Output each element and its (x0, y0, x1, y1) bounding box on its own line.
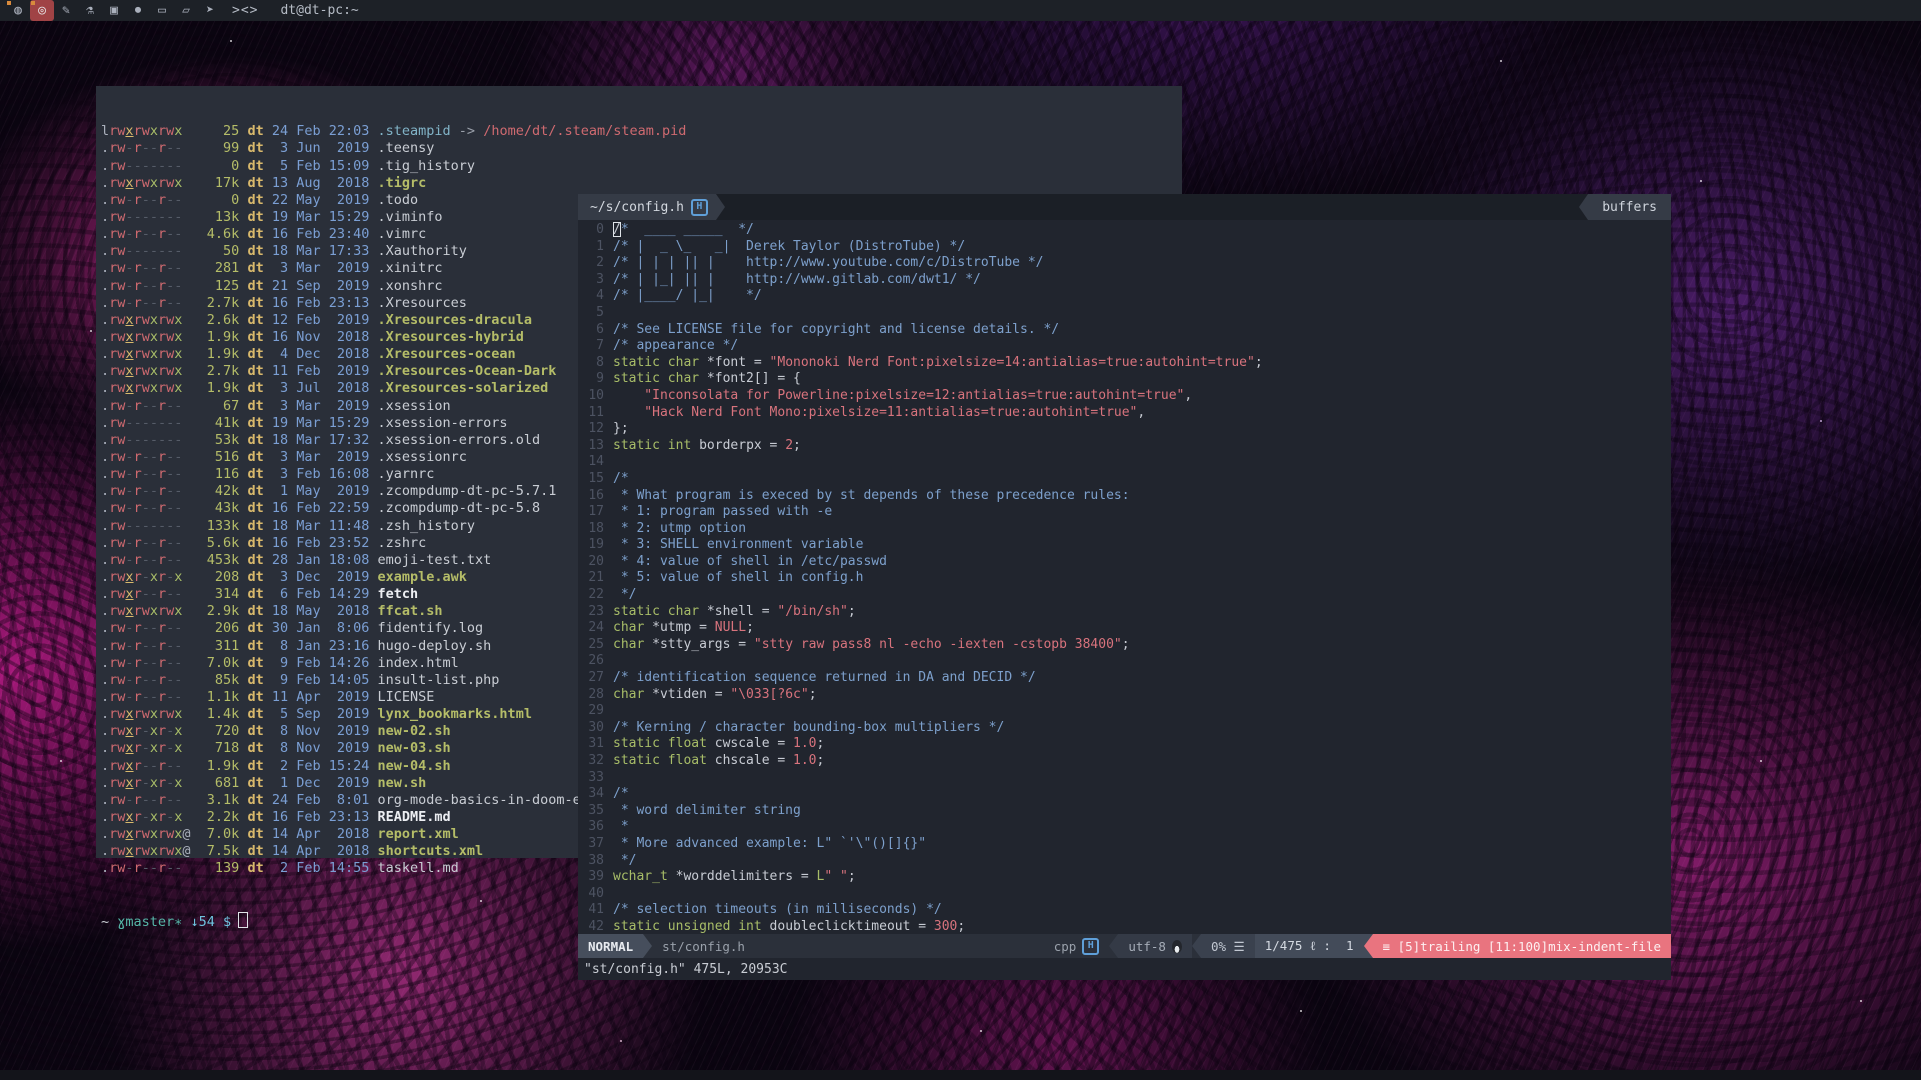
file-manager-icon[interactable]: ▱ (174, 0, 198, 21)
file-row: .rw------- 0 dt 5 Feb 15:09 .tig_history (101, 158, 1182, 175)
code-line: 28char *vtiden = "\033[?6c"; (578, 687, 1671, 704)
image-viewer-icon[interactable]: ▣ (102, 0, 126, 21)
code-line: 21 * 5: value of shell in config.h (578, 570, 1671, 587)
telegram-icon[interactable]: ➤ (198, 0, 222, 21)
buffers-label: buffers (1602, 200, 1657, 215)
file-row: lrwxrwxrwx 25 dt 24 Feb 22:03 .steampid … (101, 123, 1182, 140)
whitespace-warning-badge: ≡ [5]trailing [11:100]mix-indent-file (1373, 934, 1671, 958)
command-message-line: "st/config.h" 475L, 20953C (578, 958, 1671, 980)
workspace-badge (7, 1, 11, 5)
code-line: 1/* | _ \_ _| Derek Taylor (DistroTube) … (578, 239, 1671, 256)
code-area[interactable]: 0/* ____ _____ */1/* | _ \_ _| Derek Tay… (578, 220, 1671, 934)
camera-icon[interactable]: ⏺ (126, 0, 150, 21)
code-line: 8static char *font = "Mononoki Nerd Font… (578, 355, 1671, 372)
code-line: 7/* appearance */ (578, 338, 1671, 355)
target-icon[interactable]: ◎ (30, 0, 54, 21)
code-line: 14 (578, 454, 1671, 471)
display-icon[interactable]: ▭ (150, 0, 174, 21)
code-line: 36 * (578, 819, 1671, 836)
code-line: 10 "Inconsolata for Powerline:pixelsize=… (578, 388, 1671, 405)
top-bar: ◍◎✎⚗▣⏺▭▱➤ ><> dt@dt-pc:~ (0, 0, 1921, 21)
code-line: 22 */ (578, 587, 1671, 604)
workspace-badge (31, 1, 35, 5)
buffers-separator-icon (1579, 194, 1588, 220)
code-line: 12}; (578, 421, 1671, 438)
code-line: 0/* ____ _____ */ (578, 222, 1671, 239)
filetype-segment: cppH (1044, 934, 1110, 958)
powerline-arrow-icon (1109, 934, 1118, 958)
code-line: 11 "Hack Nerd Font Mono:pixelsize=11:ant… (578, 405, 1671, 422)
code-line: 33 (578, 770, 1671, 787)
powerline-arrow-icon (1364, 934, 1373, 958)
code-line: 27/* identification sequence returned in… (578, 670, 1671, 687)
mode-indicator: NORMAL (578, 934, 643, 958)
code-line: 13static int borderpx = 2; (578, 438, 1671, 455)
fish-shell-icon: ><> (232, 3, 258, 18)
prompt-path: ~ (101, 914, 109, 930)
code-line: 38 */ (578, 853, 1671, 870)
filetype-icon: H (1082, 938, 1099, 955)
tab-label: ~/s/config.h (590, 200, 684, 215)
code-line: 29 (578, 703, 1671, 720)
code-line: 6/* See LICENSE file for copyright and l… (578, 322, 1671, 339)
window-title: dt@dt-pc:~ (280, 3, 358, 18)
browser-icon[interactable]: ◍ (6, 0, 30, 21)
code-line: 5 (578, 305, 1671, 322)
git-branch-label: ɣmaster∗ (117, 914, 182, 930)
topbar-icons: ◍◎✎⚗▣⏺▭▱➤ (6, 0, 222, 21)
file-row: .rwxrwxrwx 17k dt 13 Aug 2018 .tigrc (101, 175, 1182, 192)
powerline-arrow-icon (1192, 934, 1201, 958)
code-line: 26 (578, 653, 1671, 670)
code-line: 39wchar_t *worddelimiters = L" "; (578, 869, 1671, 886)
tab-separator-icon (716, 194, 725, 220)
flask-icon[interactable]: ⚗ (78, 0, 102, 21)
code-line: 17 * 1: program passed with -e (578, 504, 1671, 521)
code-line: 41/* selection timeouts (in milliseconds… (578, 902, 1671, 919)
bottom-strip (0, 1070, 1921, 1080)
code-line: 25char *stty_args = "stty raw pass8 nl -… (578, 637, 1671, 654)
code-line: 3/* | |_| || | http://www.gitlab.com/dwt… (578, 272, 1671, 289)
linux-icon (1172, 940, 1182, 953)
code-line: 4/* |____/ |_| */ (578, 288, 1671, 305)
code-line: 35 * word delimiter string (578, 803, 1671, 820)
code-line: 9static char *font2[] = { (578, 371, 1671, 388)
cursor-position: 1/475 ℓ : 1 (1255, 934, 1364, 958)
file-row: .rw-r--r-- 99 dt 3 Jun 2019 .teensy (101, 140, 1182, 157)
header-file-icon: H (691, 199, 708, 216)
color-picker-icon[interactable]: ✎ (54, 0, 78, 21)
code-line: 2/* | | | || | http://www.youtube.com/c/… (578, 255, 1671, 272)
terminal-cursor (238, 912, 248, 928)
code-line: 30/* Kerning / character bounding-box mu… (578, 720, 1671, 737)
statusline: NORMAL st/config.h cppH utf-8 0% ☰ 1/475… (578, 934, 1671, 958)
code-line: 31static float cwscale = 1.0; (578, 736, 1671, 753)
editor-window[interactable]: ~/s/config.h H buffers 0/* ____ _____ */… (578, 194, 1671, 980)
code-line: 23static char *shell = "/bin/sh"; (578, 604, 1671, 621)
code-line: 34/* (578, 786, 1671, 803)
statusline-filename: st/config.h (652, 934, 755, 958)
code-line: 19 * 3: SHELL environment variable (578, 537, 1671, 554)
commits-behind-label: ↓54 (190, 914, 214, 930)
code-line: 18 * 2: utmp option (578, 521, 1671, 538)
scroll-percent: 0% ☰ (1201, 934, 1255, 958)
powerline-arrow-icon (643, 934, 652, 958)
editor-tabline: ~/s/config.h H buffers (578, 194, 1671, 220)
code-line: 20 * 4: value of shell in /etc/passwd (578, 554, 1671, 571)
code-line: 40 (578, 886, 1671, 903)
prompt-symbol: $ (223, 914, 231, 930)
tab-config-h[interactable]: ~/s/config.h H (578, 194, 716, 220)
code-line: 24char *utmp = NULL; (578, 620, 1671, 637)
buffers-tab[interactable]: buffers (1588, 194, 1671, 220)
encoding-segment: utf-8 (1118, 934, 1192, 958)
code-line: 37 * More advanced example: L" `'\"()[]{… (578, 836, 1671, 853)
code-line: 16 * What program is execed by st depend… (578, 488, 1671, 505)
code-line: 15/* (578, 471, 1671, 488)
code-line: 32static float chscale = 1.0; (578, 753, 1671, 770)
code-line: 42static unsigned int doubleclicktimeout… (578, 919, 1671, 934)
